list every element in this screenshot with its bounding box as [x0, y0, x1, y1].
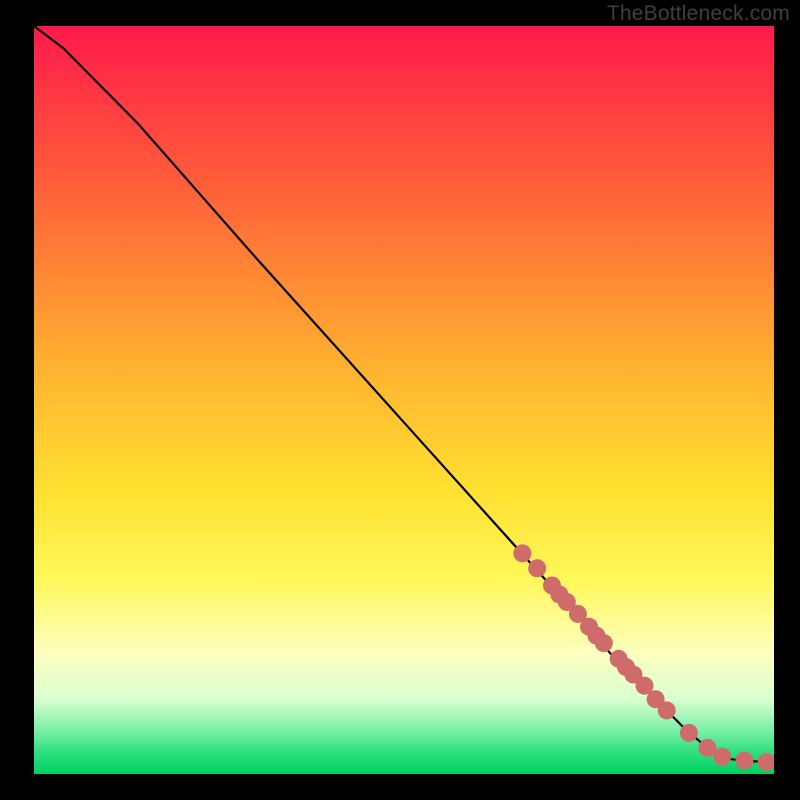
data-marker [680, 724, 698, 742]
data-marker [528, 559, 546, 577]
data-marker [513, 544, 531, 562]
watermark-text: TheBottleneck.com [607, 2, 790, 26]
plot-area [34, 26, 774, 774]
gradient-background [34, 26, 774, 774]
data-marker [595, 634, 613, 652]
data-marker [658, 701, 676, 719]
data-marker [713, 748, 731, 766]
chart-frame: TheBottleneck.com [0, 0, 800, 800]
chart-svg [34, 26, 774, 774]
data-marker [735, 752, 753, 770]
